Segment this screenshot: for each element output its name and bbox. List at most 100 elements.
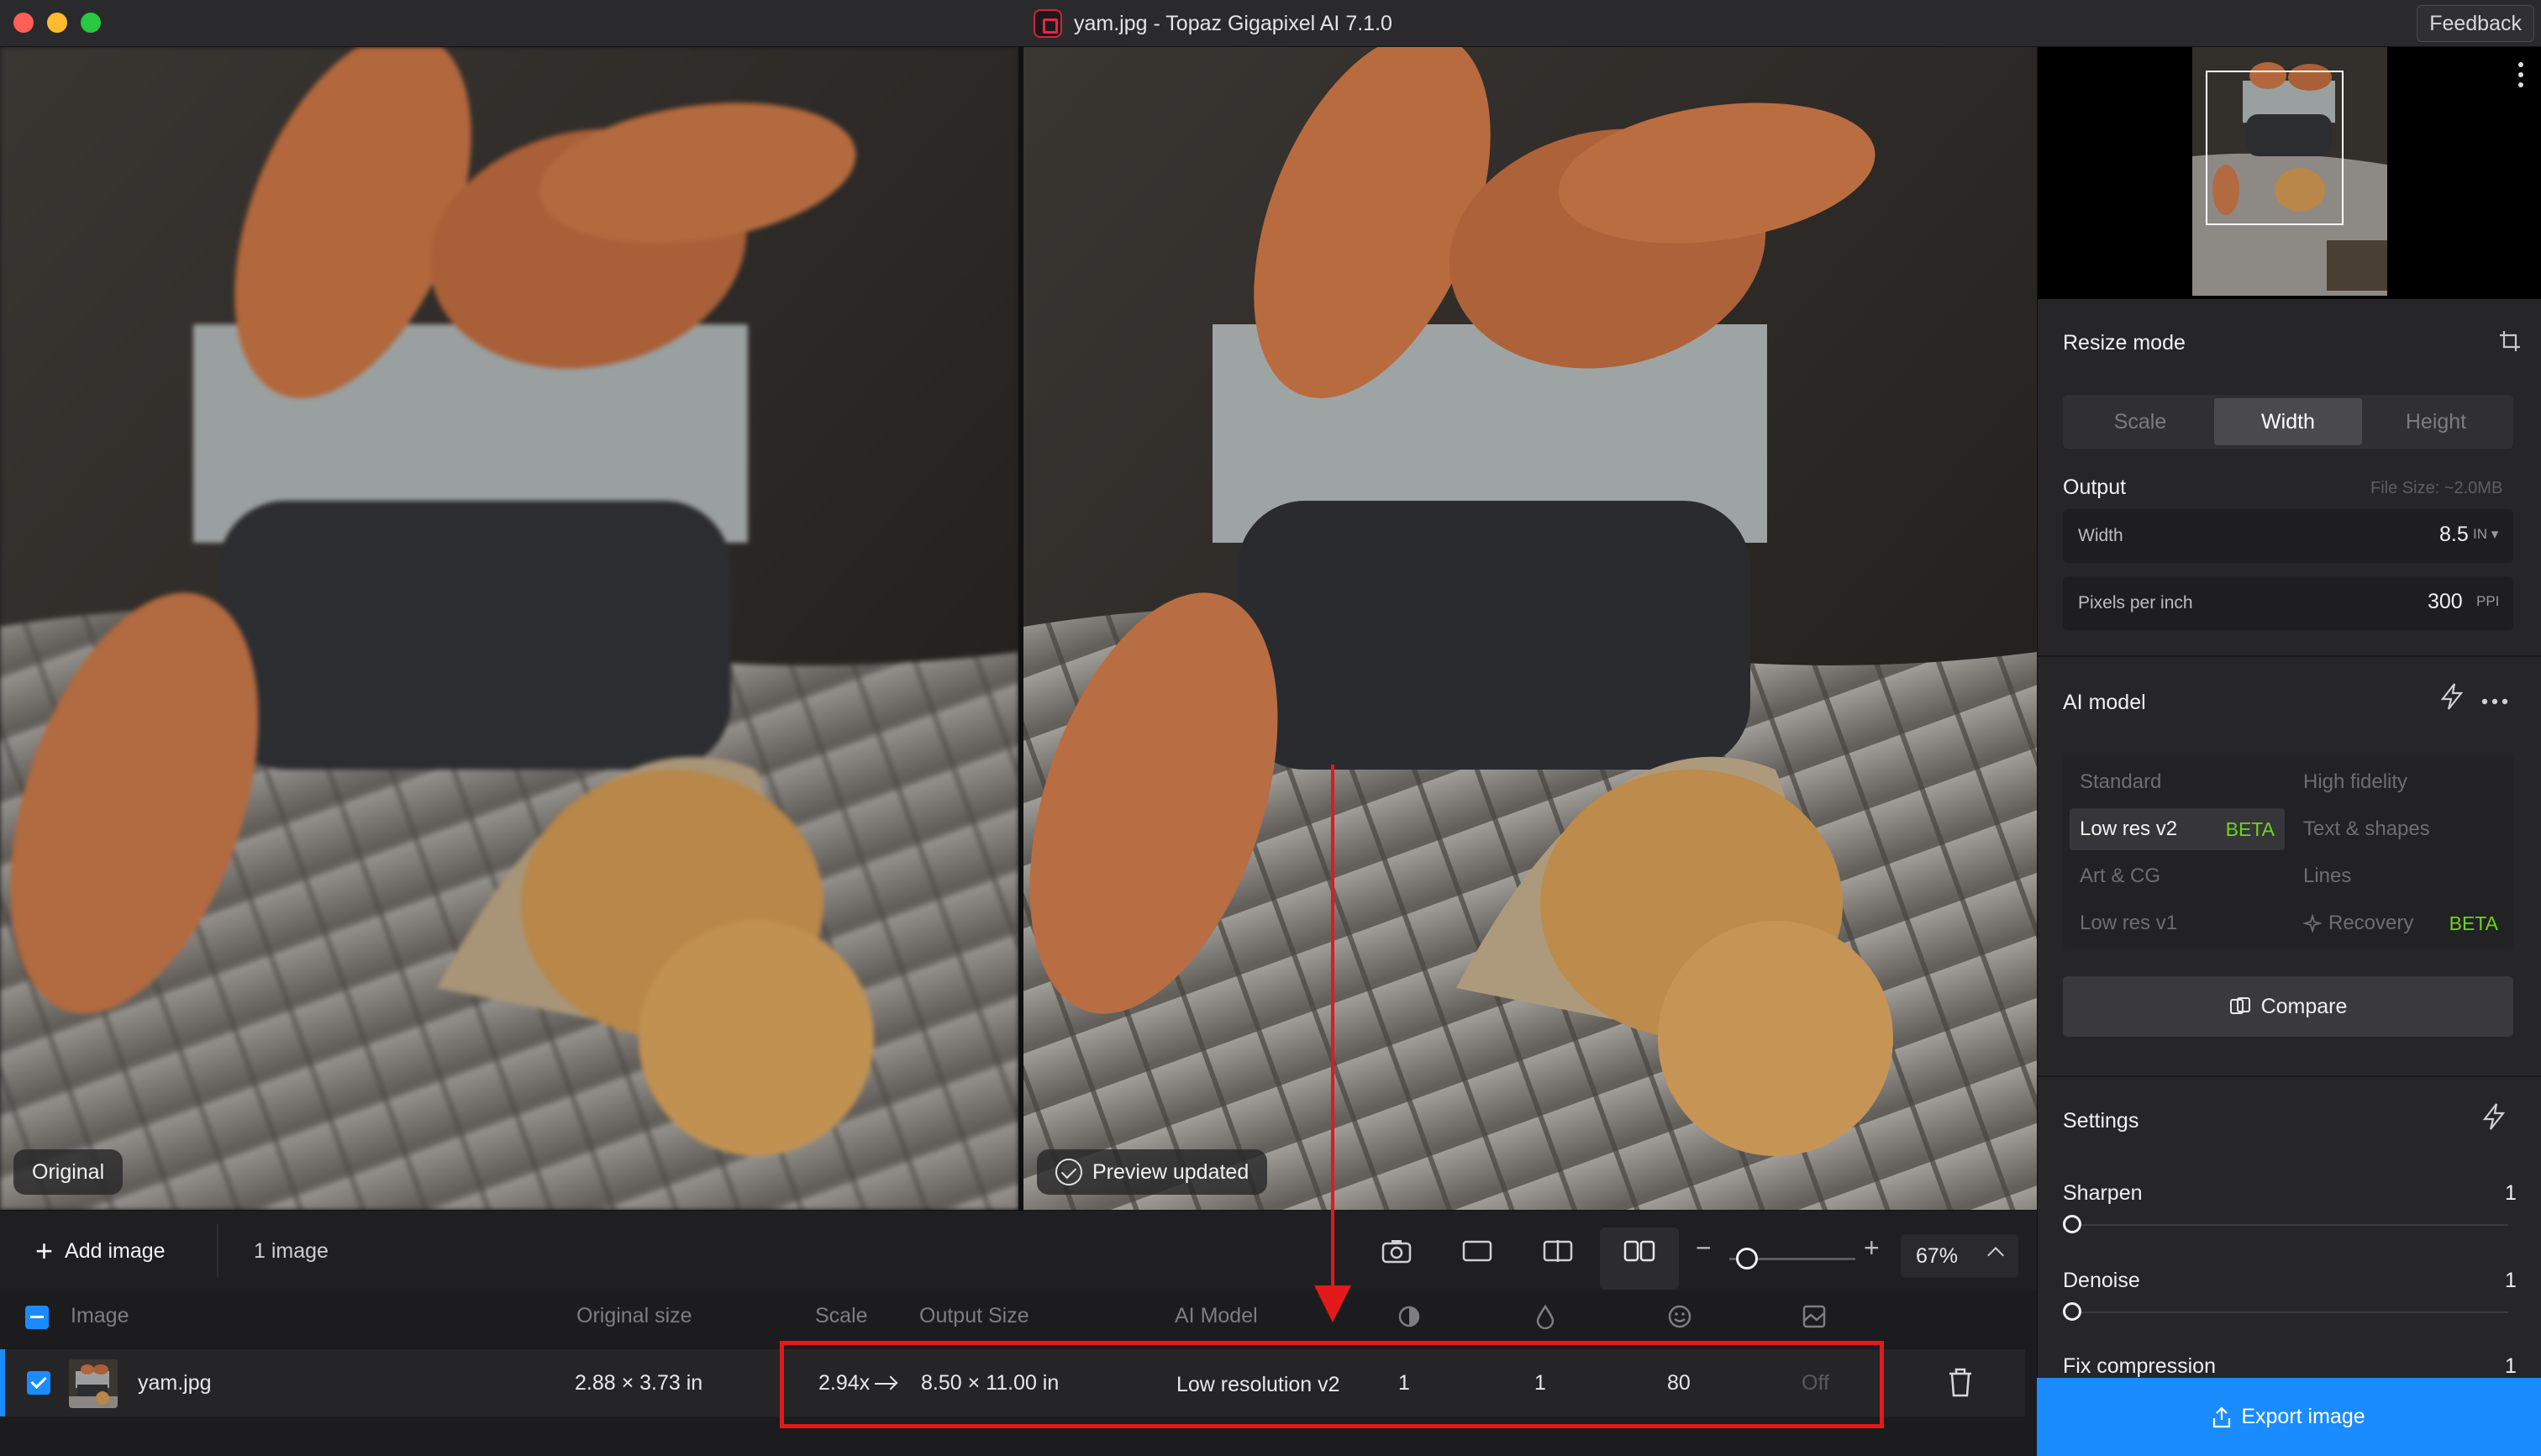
split-view-icon[interactable] — [1538, 1231, 1578, 1271]
compression-column-icon — [1800, 1302, 1828, 1331]
annotation-highlight-box — [780, 1341, 1884, 1428]
preview-updated-label: Preview updated — [1092, 1159, 1249, 1184]
auto-settings-icon[interactable] — [2481, 1102, 2507, 1135]
image-count: 1 image — [254, 1239, 329, 1263]
original-badge-label: Original — [32, 1159, 105, 1184]
annotation-arrow-head — [1314, 1285, 1351, 1322]
app-logo-icon — [1034, 9, 1062, 38]
minimize-window-button[interactable] — [47, 13, 67, 33]
compare-icon — [2229, 997, 2250, 1014]
tab-height[interactable]: Height — [2362, 398, 2510, 445]
single-view-icon[interactable] — [1457, 1231, 1497, 1271]
model-recovery-label-group: Recovery — [2303, 912, 2413, 935]
model-lines[interactable]: Lines — [2291, 855, 2507, 897]
header-original-size: Original size — [576, 1304, 692, 1327]
width-label: Width — [2078, 526, 2123, 545]
export-icon — [2213, 1406, 2231, 1427]
resize-mode-title: Resize mode — [2063, 331, 2186, 355]
row-checkbox[interactable] — [27, 1371, 50, 1395]
trash-icon — [1949, 1368, 1971, 1397]
original-badge: Original — [13, 1149, 124, 1195]
width-field[interactable]: Width 8.5 IN ▾ — [2063, 509, 2513, 563]
model-text-shapes[interactable]: Text & shapes — [2291, 808, 2507, 850]
header-output-size: Output Size — [919, 1304, 1029, 1327]
section-divider — [2038, 655, 2541, 657]
navigator-preview[interactable] — [2038, 47, 2541, 299]
ai-model-title: AI model — [2063, 691, 2146, 714]
add-image-button[interactable]: + Add image — [35, 1233, 166, 1269]
settings-sidebar: Resize mode Scale Width Height Output Fi… — [2037, 47, 2541, 1456]
model-low-res-v2-label: Low res v2 — [2080, 817, 2178, 840]
close-window-button[interactable] — [13, 13, 34, 33]
zoom-slider-knob[interactable] — [1736, 1248, 1758, 1269]
sharpen-slider-knob[interactable] — [2063, 1215, 2081, 1233]
select-all-checkbox[interactable] — [25, 1306, 49, 1329]
header-ai-model: AI Model — [1175, 1304, 1258, 1327]
upscaled-preview-pane[interactable]: Preview updated — [1023, 47, 2037, 1210]
denoise-value: 1 — [2505, 1269, 2517, 1292]
resize-mode-segmented: Scale Width Height — [2063, 395, 2513, 449]
model-standard[interactable]: Standard — [2070, 761, 2285, 803]
tab-scale[interactable]: Scale — [2066, 398, 2214, 445]
settings-title: Settings — [2063, 1109, 2139, 1133]
sharpen-column-icon — [1395, 1302, 1423, 1331]
denoise-slider-knob[interactable] — [2063, 1302, 2081, 1321]
maximize-window-button[interactable] — [81, 13, 101, 33]
file-size-label: File Size: ~2.0MB — [2370, 479, 2503, 497]
ppi-label: Pixels per inch — [2078, 593, 2193, 612]
row-thumbnail — [69, 1359, 118, 1408]
row-filename: yam.jpg — [138, 1371, 212, 1395]
row-selected-accent — [0, 1349, 5, 1417]
width-unit-dropdown[interactable]: IN ▾ — [2473, 526, 2498, 543]
zoom-in-button[interactable]: + — [1864, 1233, 1880, 1264]
ai-model-grid: Standard High fidelity Low res v2 BETA T… — [2063, 754, 2513, 949]
row-original-size: 2.88 × 3.73 in — [575, 1371, 703, 1395]
lightning-icon[interactable] — [2439, 682, 2465, 715]
window-title-group: yam.jpg - Topaz Gigapixel AI 7.1.0 — [1034, 8, 1392, 39]
navigator-viewport[interactable] — [2206, 71, 2344, 225]
sharpen-value: 1 — [2505, 1181, 2517, 1205]
sharpen-slider-track[interactable] — [2071, 1224, 2508, 1226]
camera-icon[interactable] — [1376, 1231, 1417, 1271]
preview-updated-badge: Preview updated — [1037, 1149, 1268, 1195]
plus-icon: + — [35, 1233, 54, 1268]
fix-compression-label: Fix compression — [2063, 1354, 2216, 1378]
title-bar: yam.jpg - Topaz Gigapixel AI 7.1.0 Feedb… — [0, 0, 2541, 47]
side-by-side-icon[interactable] — [1619, 1231, 1660, 1271]
tab-width[interactable]: Width — [2214, 398, 2362, 445]
zoom-dropdown[interactable]: 67% — [1901, 1234, 2018, 1278]
export-image-button[interactable]: Export image — [2037, 1378, 2541, 1456]
fix-compression-value: 1 — [2505, 1354, 2517, 1378]
model-low-res-v2[interactable]: Low res v2 BETA — [2070, 808, 2285, 850]
check-circle-icon — [1055, 1159, 1082, 1185]
export-label: Export image — [2241, 1405, 2365, 1428]
delete-row-button[interactable] — [1946, 1366, 1980, 1401]
output-title: Output — [2063, 476, 2127, 499]
model-low-res-v1[interactable]: Low res v1 — [2070, 902, 2285, 944]
compare-button[interactable]: Compare — [2063, 976, 2513, 1037]
chevron-up-icon — [1987, 1247, 2004, 1264]
denoise-slider-track[interactable] — [2071, 1311, 2508, 1313]
width-value[interactable]: 8.5 — [2439, 523, 2469, 547]
upscaled-photo — [1023, 47, 2037, 1210]
sparkle-icon — [2303, 914, 2322, 933]
original-preview-pane[interactable]: Original — [0, 47, 1018, 1210]
ppi-field[interactable]: Pixels per inch 300 PPI — [2063, 576, 2513, 630]
annotation-arrow-line — [1331, 765, 1334, 1302]
more-options-icon[interactable] — [2518, 62, 2523, 92]
denoise-label: Denoise — [2063, 1269, 2140, 1292]
model-high-fidelity[interactable]: High fidelity — [2291, 761, 2507, 803]
image-table-header: Image Original size Scale Output Size AI… — [0, 1290, 2037, 1343]
crop-icon[interactable] — [2498, 329, 2522, 357]
ppi-value[interactable]: 300 — [2428, 590, 2463, 614]
model-recovery[interactable]: Recovery BETA — [2291, 902, 2507, 944]
ai-model-more-icon[interactable] — [2481, 694, 2508, 709]
model-recovery-beta-badge: BETA — [2449, 912, 2498, 934]
toolbar-separator — [217, 1224, 218, 1278]
zoom-out-button[interactable]: − — [1696, 1233, 1712, 1264]
model-art-cg[interactable]: Art & CG — [2070, 855, 2285, 897]
feedback-button[interactable]: Feedback — [2417, 5, 2534, 42]
header-image: Image — [71, 1304, 129, 1327]
add-image-label: Add image — [65, 1238, 166, 1263]
compare-label: Compare — [2260, 994, 2348, 1018]
